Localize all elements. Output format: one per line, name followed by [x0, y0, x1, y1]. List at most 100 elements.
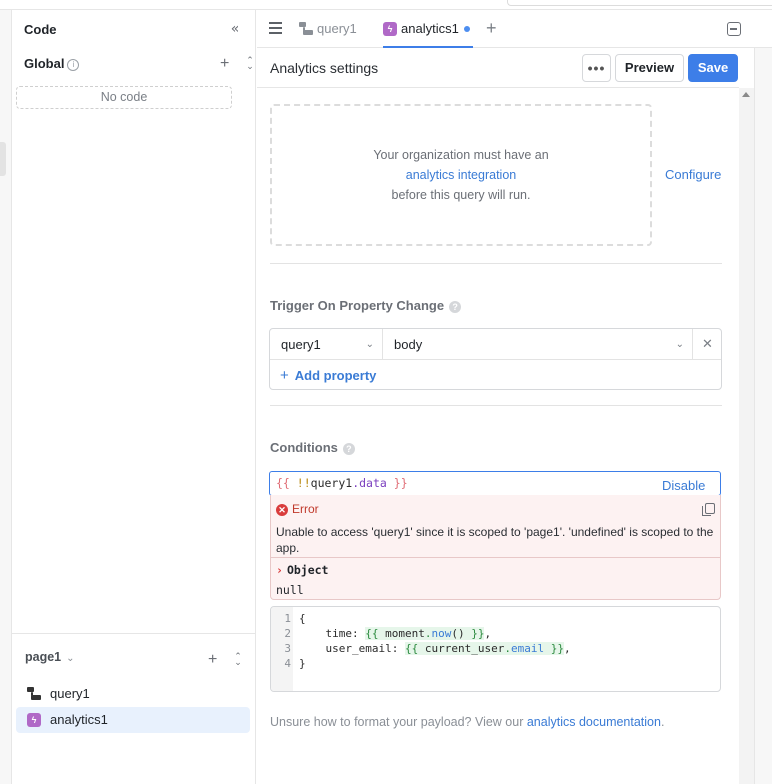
query-editor: query1 ϟ analytics1 + Analytics settings… — [257, 10, 772, 784]
trigger-label-text: Trigger On Property Change — [270, 298, 445, 313]
preview-button[interactable]: Preview — [615, 54, 684, 82]
code-token: now — [431, 627, 452, 640]
tab-label: analytics1 — [401, 21, 459, 36]
global-label: Global — [24, 56, 65, 71]
line-number: 4 — [284, 657, 291, 670]
object-label: Object — [286, 563, 329, 577]
scroll-up-icon[interactable] — [742, 92, 750, 97]
object-toggle[interactable]: › Object — [276, 563, 328, 577]
chevron-down-icon: ⌄ — [675, 339, 684, 350]
configure-link[interactable]: Configure — [665, 167, 721, 182]
add-global-icon[interactable]: + — [220, 56, 229, 72]
copy-icon[interactable] — [702, 503, 715, 516]
disable-button[interactable]: Disable — [662, 478, 705, 493]
code-token: moment — [385, 627, 425, 640]
query-select[interactable]: query1 ⌄ — [270, 329, 383, 360]
tab-bar: query1 ϟ analytics1 + — [257, 10, 772, 48]
error-header: ✕ Error — [276, 502, 319, 516]
condition-identifier: query1 — [310, 476, 353, 490]
help-icon[interactable]: ? — [449, 301, 462, 313]
line-number-gutter: 1 2 3 4 — [271, 607, 293, 691]
vertical-scrollbar[interactable] — [739, 88, 754, 784]
condition-error-panel: ✕ Error Unable to access 'query1' since i… — [270, 495, 721, 600]
settings-title: Analytics settings — [270, 60, 379, 76]
top-strip — [0, 0, 772, 10]
tree-item-query1[interactable]: query1 — [16, 681, 250, 707]
code-token: . — [504, 642, 511, 655]
add-property-label: Add property — [294, 368, 377, 383]
tab-analytics1[interactable]: ϟ analytics1 — [383, 10, 473, 48]
no-code-placeholder[interactable]: No code — [16, 86, 232, 109]
analytics-integration-link[interactable]: analytics integration — [272, 168, 650, 182]
code-panel: Code « Global i + ⌃ ⌄ No code page1 ⌄ + ⌃ ⌄ … — [12, 10, 256, 784]
code-line: user_email: {{ current_user.email }}, — [299, 642, 571, 655]
expand-collapse-icon[interactable]: ⌃ ⌄ — [244, 57, 256, 72]
collapse-panel-icon[interactable]: « — [226, 20, 244, 38]
chevron-down-icon: ⌄ — [66, 653, 75, 664]
add-tab-icon[interactable]: + — [486, 19, 497, 37]
menu-icon[interactable] — [269, 22, 283, 34]
page-selector[interactable]: page1 ⌄ — [25, 650, 75, 664]
condition-property: .data — [352, 476, 387, 490]
tree-item-label: query1 — [50, 686, 90, 701]
code-token: email — [510, 642, 545, 655]
settings-header: Analytics settings ••• Preview Save — [257, 48, 739, 88]
error-icon: ✕ — [276, 504, 288, 516]
divider — [270, 405, 722, 406]
tree-item-label: analytics1 — [50, 712, 108, 727]
tree-item-analytics1[interactable]: ϟ analytics1 — [16, 707, 250, 733]
info-icon[interactable]: i — [67, 59, 80, 71]
more-options-button[interactable]: ••• — [582, 54, 611, 82]
property-select[interactable]: body ⌄ — [383, 329, 693, 360]
condition-input[interactable]: {{ !!query1.data }} Disable — [269, 471, 721, 496]
template-expression: {{ current_user.email }} — [404, 642, 564, 655]
code-token: current_user — [424, 642, 505, 655]
conditions-label: Conditions? — [270, 440, 355, 455]
analytics-icon: ϟ — [383, 22, 397, 36]
query-icon — [27, 687, 41, 701]
add-property-button[interactable]: + Add property — [280, 367, 376, 384]
right-edge-panel — [754, 48, 772, 784]
double-bang: !! — [296, 476, 311, 490]
integration-line1: Your organization must have an — [373, 148, 549, 162]
template-open-brace: {{ — [276, 476, 290, 490]
payload-editor[interactable]: 1 2 3 4 { time: {{ moment.now() }}, user… — [270, 606, 721, 692]
code-panel-title: Code — [24, 22, 57, 37]
tab-query1[interactable]: query1 — [299, 10, 361, 48]
settings-content: Your organization must have an analytics… — [257, 88, 739, 784]
query-icon — [299, 22, 313, 36]
payload-help-prefix: Unsure how to format your payload? View … — [270, 715, 527, 729]
error-value: null — [276, 583, 304, 597]
line-number: 2 — [284, 627, 291, 640]
code-token: }} — [544, 642, 564, 655]
add-page-item-icon[interactable]: + — [208, 652, 217, 668]
code-token: () — [451, 627, 472, 640]
help-icon[interactable]: ? — [342, 443, 355, 455]
template-expression: {{ moment.now() }} — [365, 627, 485, 640]
error-message: Unable to access 'query1' since it is sc… — [276, 525, 714, 555]
top-right-frame — [507, 0, 772, 6]
condition-code: {{ !!query1.data }} — [276, 476, 408, 490]
code-key: time: — [299, 627, 366, 640]
chevron-down-icon: ⌄ — [365, 339, 374, 350]
analytics-documentation-link[interactable]: analytics documentation — [527, 715, 661, 729]
line-number: 3 — [284, 642, 291, 655]
integration-notice: Your organization must have an analytics… — [270, 104, 652, 246]
code-token: , — [484, 627, 492, 640]
code-key: user_email: — [299, 642, 405, 655]
unsaved-indicator — [464, 26, 470, 32]
panel-handle[interactable] — [0, 142, 6, 176]
page-section: page1 ⌄ + ⌃ ⌄ query1 ϟ analytics1 — [12, 633, 256, 784]
chevron-right-icon: › — [276, 563, 283, 577]
integration-line3: before this query will run. — [391, 188, 531, 202]
page-expand-collapse-icon[interactable]: ⌃ ⌄ — [232, 653, 244, 668]
code-token: , — [563, 642, 571, 655]
minimize-icon[interactable] — [727, 22, 741, 36]
plus-icon: + — [280, 367, 289, 384]
error-title: Error — [292, 502, 319, 516]
save-button[interactable]: Save — [688, 54, 738, 82]
remove-property-button[interactable]: ✕ — [693, 329, 721, 360]
template-close-brace: }} — [393, 476, 408, 490]
conditions-label-text: Conditions — [270, 440, 338, 455]
close-icon: ✕ — [702, 336, 713, 351]
